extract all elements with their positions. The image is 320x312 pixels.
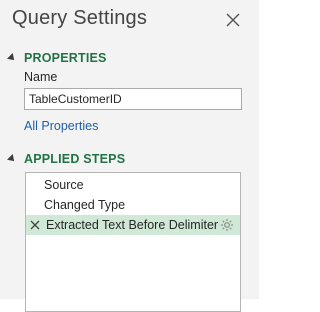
query-name-input[interactable] — [24, 88, 242, 110]
name-label: Name — [24, 70, 58, 84]
step-label: Changed Type — [44, 198, 126, 212]
all-properties-link[interactable]: All Properties — [24, 119, 98, 133]
applied-steps-list: Source Changed Type Extracted Text Befor… — [25, 172, 241, 312]
step-settings-gear-icon[interactable] — [220, 218, 234, 232]
step-changed-type[interactable]: Changed Type — [26, 195, 240, 215]
delete-step-icon[interactable] — [30, 220, 40, 230]
step-source[interactable]: Source — [26, 175, 240, 195]
step-label: Source — [44, 178, 84, 192]
collapse-triangle-icon[interactable] — [7, 53, 17, 63]
properties-section-title: PROPERTIES — [24, 51, 107, 65]
pane-title: Query Settings — [12, 7, 148, 29]
applied-steps-section-header[interactable]: APPLIED STEPS — [7, 151, 126, 167]
applied-steps-section-title: APPLIED STEPS — [24, 152, 126, 166]
step-extracted-text-before-delimiter[interactable]: Extracted Text Before Delimiter — [26, 215, 240, 235]
query-settings-pane: Query Settings PROPERTIES Name All Prope… — [0, 0, 259, 312]
properties-section-header[interactable]: PROPERTIES — [7, 50, 107, 66]
collapse-triangle-icon[interactable] — [7, 154, 17, 164]
step-label: Extracted Text Before Delimiter — [46, 218, 219, 232]
close-icon[interactable] — [224, 11, 242, 29]
